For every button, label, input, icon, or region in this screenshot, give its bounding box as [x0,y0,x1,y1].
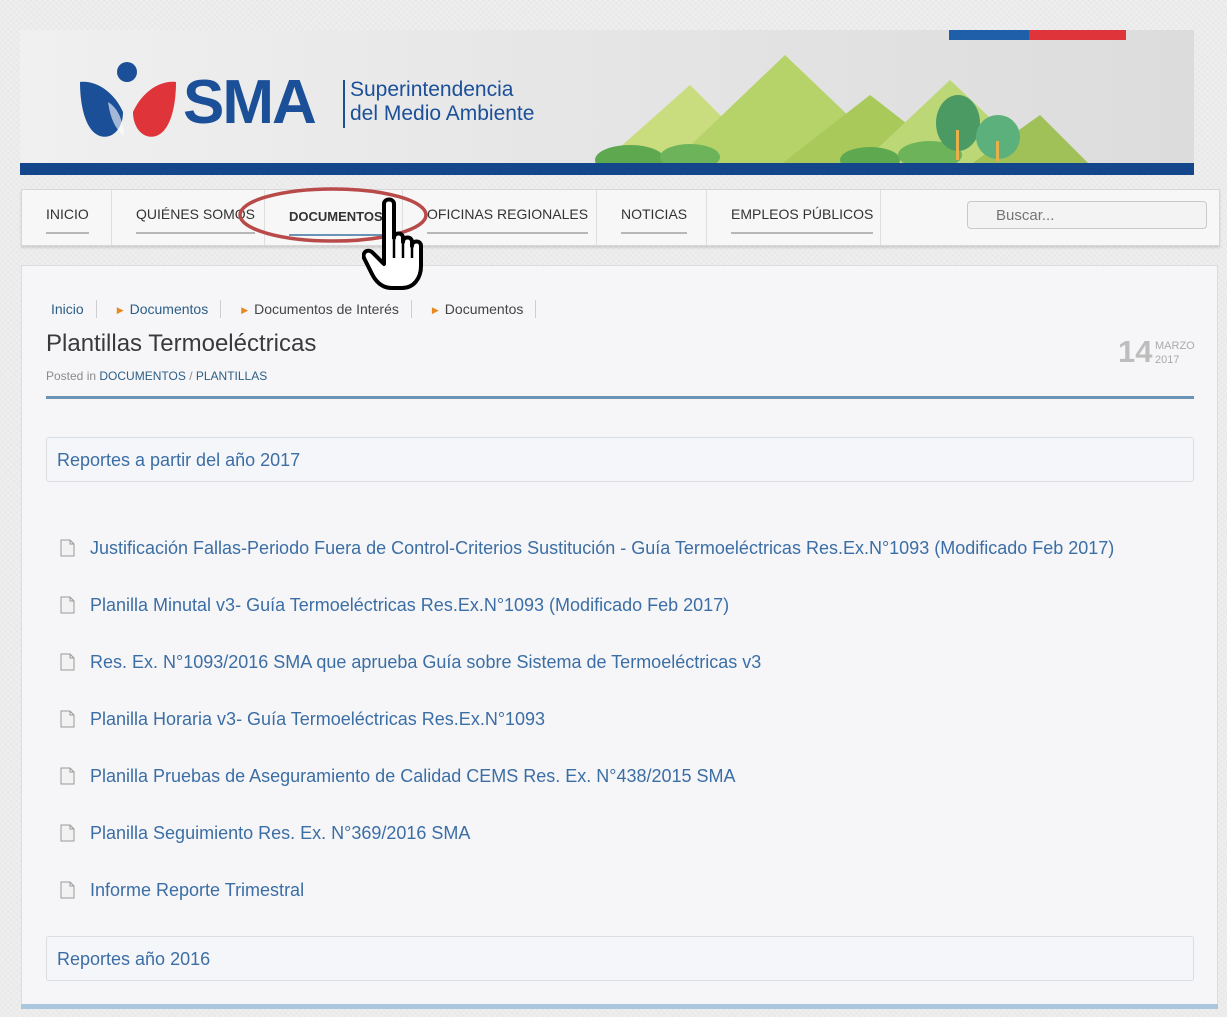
post-date-year: 2017 [1155,354,1180,366]
logo-subtitle-line1: Superintendencia [350,78,514,101]
document-icon [60,824,75,842]
logo-divider [343,80,345,128]
logo-subtitle-line2: del Medio Ambiente [350,102,535,125]
nav-item-label: EMPLEOS PÚBLICOS [731,206,874,234]
post-date-day: 14 [1118,334,1153,369]
document-icon [60,539,75,557]
accordion-reportes-2016[interactable]: Reportes año 2016 [46,936,1194,981]
document-icon [60,881,75,899]
main-navigation: INICIO QUIÉNES SOMOS DOCUMENTOS OFICINAS… [21,189,1220,246]
nav-item-label: DOCUMENTOS [289,209,383,236]
breadcrumb: Inicio ▶ Documentos ▶ Documentos de Interés ▶… [51,300,556,318]
breadcrumb-label: Documentos [129,301,209,317]
nav-item-empleos-publicos[interactable]: EMPLEOS PÚBLICOS [707,190,881,245]
nav-item-oficinas-regionales[interactable]: OFICINAS REGIONALES [403,190,597,245]
breadcrumb-label: Inicio [51,301,84,317]
search-input[interactable] [967,201,1207,229]
page: SMA Superintendencia del Medio Ambiente … [0,0,1227,1017]
nav-item-label: QUIÉNES SOMOS [136,206,256,234]
document-icon [60,653,75,671]
document-icon [60,767,75,785]
accordion-reportes-2017[interactable]: Reportes a partir del año 2017 [46,437,1194,482]
document-icon [60,596,75,614]
breadcrumb-label: Documentos de Interés [254,301,399,317]
breadcrumb-label: Documentos [444,301,524,317]
landscape-illustration [595,55,1090,165]
sma-logo-icon[interactable] [78,62,178,144]
nav-item-label: NOTICIAS [621,206,688,234]
nav-item-noticias[interactable]: NOTICIAS [597,190,707,245]
document-label: Planilla Minutal v3- Guía Termoeléctrica… [90,595,730,615]
document-label: Informe Reporte Trimestral [90,880,305,900]
breadcrumb-item-documentos[interactable]: ▶ Documentos [117,300,222,318]
breadcrumb-arrow-icon: ▶ [431,305,439,315]
document-label: Justificación Fallas-Periodo Fuera de Co… [90,538,1115,558]
flag-stripe-red [1029,30,1126,40]
title-divider [46,396,1194,399]
flag-stripe-blue [949,30,1029,40]
posted-prefix: Posted in [46,369,97,383]
breadcrumb-arrow-icon: ▶ [241,305,249,315]
logo-text: SMA [183,68,317,137]
banner-bottom-bar [20,163,1194,175]
nav-item-inicio[interactable]: INICIO [22,190,112,245]
category-link-documentos[interactable]: DOCUMENTOS [99,369,185,383]
post-meta: Posted in DOCUMENTOS / PLANTILLAS [46,369,267,383]
logo-subtitle: Superintendencia del Medio Ambiente [350,78,534,126]
breadcrumb-item-documentos-de-interes[interactable]: ▶ Documentos de Interés [241,300,412,318]
document-label: Planilla Horaria v3- Guía Termoeléctrica… [90,709,546,729]
document-label: Res. Ex. N°1093/2016 SMA que aprueba Guí… [90,652,762,672]
nav-item-quienes-somos[interactable]: QUIÉNES SOMOS [112,190,265,245]
category-separator: / [189,369,193,383]
category-link-plantillas[interactable]: PLANTILLAS [196,369,267,383]
page-title: Plantillas Termoeléctricas [46,330,317,357]
breadcrumb-arrow-icon: ▶ [116,305,124,315]
document-icon [60,710,75,728]
accordion-title: Reportes a partir del año 2017 [57,450,301,470]
nav-item-label: INICIO [46,206,89,234]
content-bottom-bar [21,1004,1218,1009]
post-date-month: MARZO [1155,340,1195,352]
document-label: Planilla Pruebas de Aseguramiento de Cal… [90,766,736,786]
document-label: Planilla Seguimiento Res. Ex. N°369/2016… [90,823,471,843]
nav-item-documentos[interactable]: DOCUMENTOS [265,190,403,245]
breadcrumb-item-inicio[interactable]: Inicio [51,300,97,318]
breadcrumb-item-documentos-current: ▶ Documentos [432,300,537,318]
header-banner: SMA Superintendencia del Medio Ambiente [20,30,1194,175]
accordion-title: Reportes año 2016 [57,949,211,969]
nav-item-label: OFICINAS REGIONALES [427,206,589,234]
